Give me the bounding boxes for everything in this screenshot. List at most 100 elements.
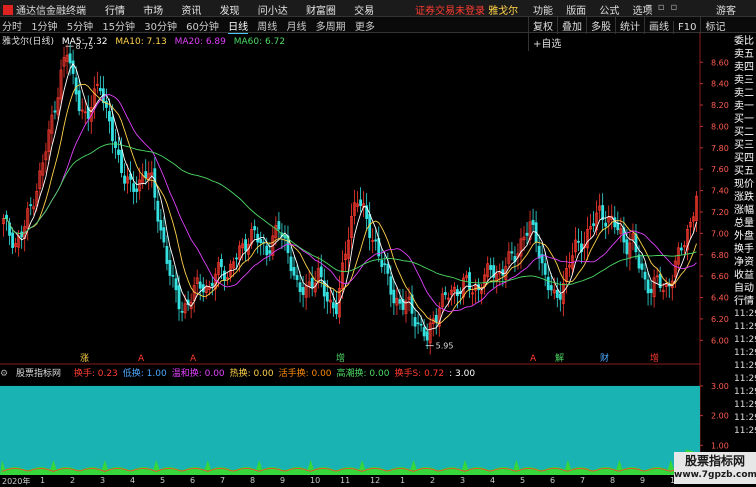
- candle-body: [11, 232, 15, 248]
- price-tick-label: 8.20: [711, 101, 729, 110]
- price-tick-label: 6.40: [711, 294, 729, 303]
- month-label: 9: [280, 476, 286, 485]
- candle-body: [601, 205, 605, 220]
- candle-body: [389, 276, 393, 295]
- tab-5min[interactable]: 5分钟: [67, 22, 93, 33]
- candle-body: [525, 232, 529, 236]
- tab-weekly[interactable]: 周线: [257, 22, 277, 33]
- tab-30min[interactable]: 30分钟: [144, 22, 177, 33]
- candle-body: [301, 287, 305, 295]
- quote-field-label: 买四: [734, 153, 754, 164]
- multi-stock-button[interactable]: 多股: [586, 17, 615, 34]
- month-label: 8: [610, 476, 616, 485]
- signal-marker: 涨: [80, 353, 89, 364]
- stats-button[interactable]: 统计: [615, 17, 644, 34]
- quote-field-label: 行情: [734, 296, 754, 307]
- candle-body: [68, 53, 72, 64]
- tick-time: 11:29: [734, 387, 756, 397]
- quote-field-label: 买五: [734, 166, 754, 177]
- quote-field-label: 买一: [734, 114, 754, 125]
- quote-field-label: 卖二: [734, 88, 754, 99]
- candle-body: [235, 257, 238, 260]
- menu-market[interactable]: 行情: [105, 6, 125, 17]
- period-tabs: 分时 1分钟 5分钟 15分钟 30分钟 60分钟 日线 周线 月线 多周期 更…: [2, 18, 381, 34]
- tab-more[interactable]: 更多: [355, 22, 375, 33]
- quote-field-label: 外盘: [734, 231, 754, 242]
- price-tick-label: 7.60: [711, 165, 729, 174]
- ma10-label: MA10: 7.13: [115, 37, 167, 47]
- candle-body: [604, 222, 608, 227]
- tick-time: 11:29: [734, 309, 756, 319]
- tab-1min[interactable]: 1分钟: [31, 22, 57, 33]
- quote-sidebar: 委比 卖五 卖四 卖三 卖二 卖一 买一 买二 买三 买四 买五 现价 涨跌 涨幅 总量 外盘 换手 净资 收益 自动…: [734, 35, 756, 438]
- month-label: 5: [520, 476, 526, 485]
- candle-body: [531, 219, 535, 225]
- draw-button[interactable]: 画线: [644, 17, 673, 34]
- main-menu: 行情 市场 资讯 发现 问小达 财富圈 交易: [105, 2, 389, 17]
- menu-discover[interactable]: 发现: [220, 6, 240, 17]
- tick-time: 11:29: [734, 322, 756, 332]
- month-label: 7: [220, 476, 226, 485]
- signal-marker: 增: [650, 352, 659, 364]
- candle-body: [634, 233, 638, 253]
- settings-icon: ⚙: [0, 369, 9, 379]
- tab-15min[interactable]: 15分钟: [102, 22, 135, 33]
- login-warning[interactable]: 证券交易未登录 雅戈尔: [415, 2, 518, 17]
- low-annotation: 5.95: [436, 342, 454, 351]
- kline-chart[interactable]: 8.60 8.40 8.20 8.00 7.80 7.60 7.40 7.20 7.00 6.80…: [0, 33, 756, 476]
- candle-body: [298, 282, 302, 292]
- indicator-name[interactable]: ⚙ 股票指标网: [0, 369, 66, 379]
- indicator-tick-label: 3.00: [711, 382, 729, 391]
- month-label: 4: [490, 476, 496, 485]
- price-tick-label: 7.40: [711, 187, 729, 196]
- menu-market-list[interactable]: 市场: [143, 6, 163, 17]
- candle-body: [53, 110, 57, 113]
- year-label: 2020年: [2, 477, 31, 486]
- menu-trade[interactable]: 交易: [354, 6, 374, 17]
- ma20-line: [3, 94, 697, 312]
- ma10-line: [3, 83, 697, 325]
- candle-body: [616, 222, 620, 231]
- indicator-value: 低换: 1.00: [122, 369, 167, 379]
- tab-multi[interactable]: 多周期: [316, 22, 346, 33]
- candle-body: [123, 175, 126, 184]
- tab-60min[interactable]: 60分钟: [186, 22, 219, 33]
- indicator-value: 活手换: 0.00: [278, 369, 332, 379]
- candle-body: [104, 101, 108, 108]
- app-title: 通达信金融终端: [3, 2, 86, 17]
- menu-ask[interactable]: 问小达: [258, 6, 288, 17]
- candle-body: [162, 227, 166, 243]
- menu-formula[interactable]: 公式: [599, 6, 619, 17]
- candle-body: [398, 299, 402, 304]
- candle-body: [159, 219, 163, 231]
- month-label: 8: [250, 476, 256, 485]
- month-label: 6: [190, 476, 196, 485]
- candle-body: [443, 292, 447, 296]
- menu-wealth[interactable]: 财富圈: [306, 6, 336, 17]
- tick-time: 11:29: [734, 335, 756, 345]
- candle-body: [325, 292, 329, 302]
- tab-monthly[interactable]: 月线: [286, 22, 306, 33]
- candle-body: [419, 323, 423, 326]
- candle-body: [168, 260, 172, 276]
- candle-body: [359, 199, 363, 207]
- indicator-value: 高潮换: 0.00: [336, 369, 390, 379]
- overlay-button[interactable]: 叠加: [557, 17, 586, 34]
- menu-news[interactable]: 资讯: [181, 6, 201, 17]
- menu-function[interactable]: 功能: [533, 6, 553, 17]
- period-toolbar: 分时 1分钟 5分钟 15分钟 30分钟 60分钟 日线 周线 月线 多周期 更…: [0, 17, 756, 51]
- quote-field-label: 自动: [734, 283, 754, 294]
- candle-body: [319, 266, 323, 278]
- guest-label[interactable]: 游客: [716, 2, 736, 17]
- menu-layout[interactable]: 版面: [566, 6, 586, 17]
- ma5-label: MA5: 7.32: [61, 37, 108, 47]
- adjust-button[interactable]: 复权: [528, 17, 557, 34]
- candle-body: [289, 256, 293, 272]
- candle-body: [120, 149, 123, 173]
- month-label: 2: [70, 476, 76, 485]
- tab-timeshare[interactable]: 分时: [2, 22, 22, 33]
- mark-button[interactable]: 标记: [700, 17, 729, 34]
- candle-body: [111, 116, 114, 142]
- quote-field-label: 卖一: [734, 101, 754, 112]
- window-controls[interactable]: ▫▫▫: [645, 2, 683, 13]
